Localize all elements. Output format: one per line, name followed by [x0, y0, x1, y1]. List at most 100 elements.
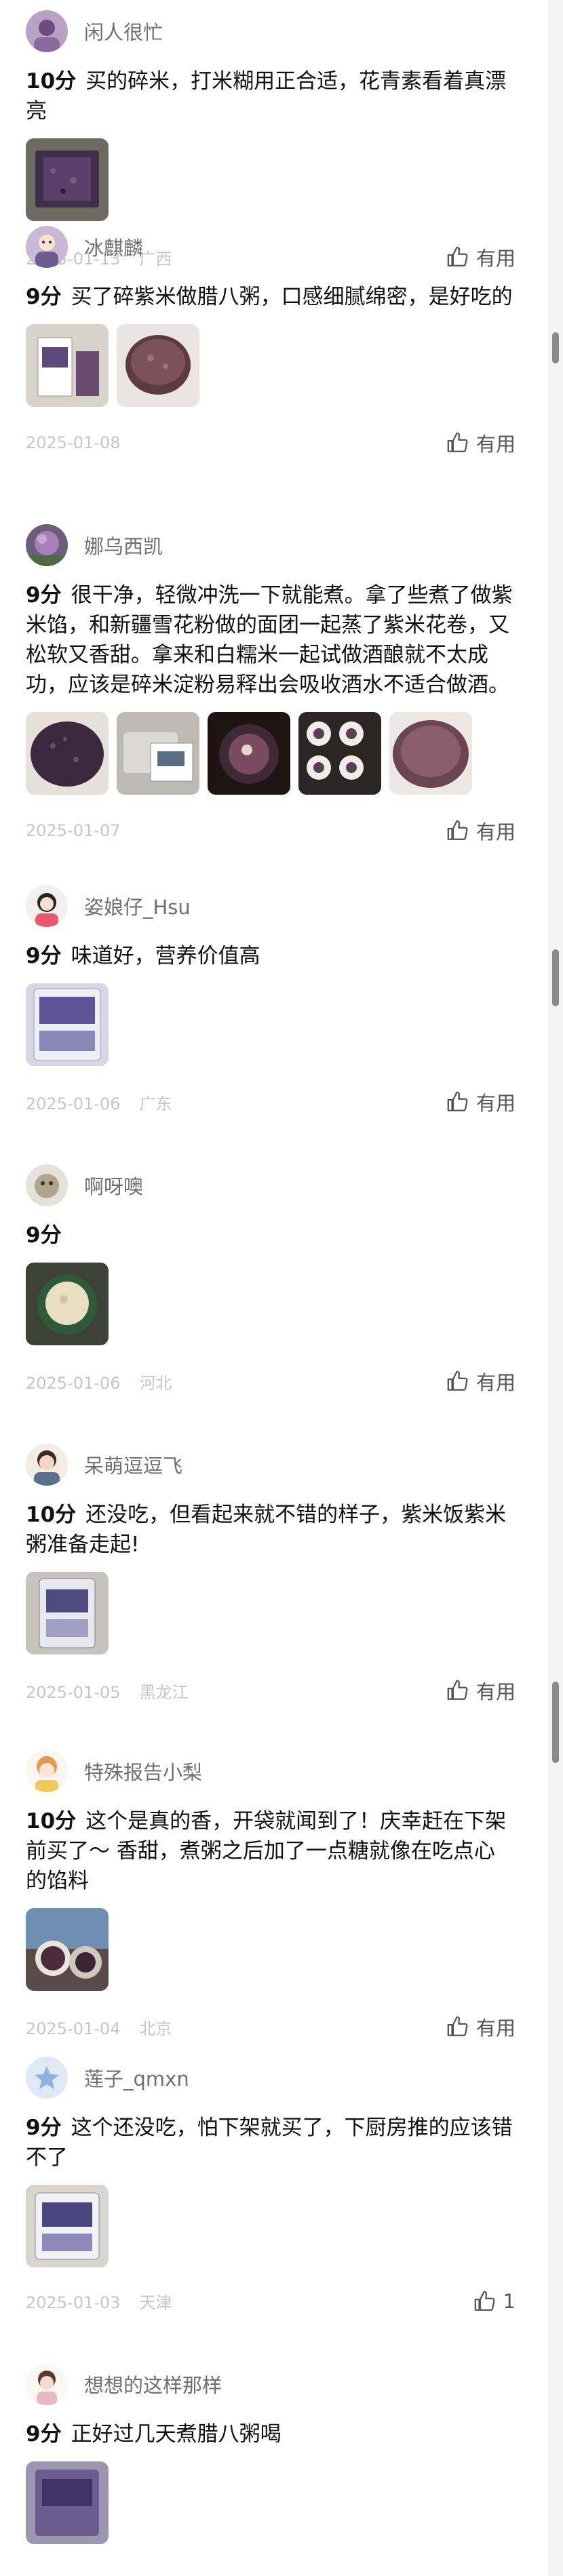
- review-content: 很干净，轻微冲洗一下就能煮。拿了些煮了做紫米馅，和新疆雪花粉做的面团一起蒸了紫米…: [26, 583, 513, 697]
- username[interactable]: 娜乌西凯: [84, 531, 163, 559]
- review-photo[interactable]: [117, 712, 199, 795]
- review-photo[interactable]: [26, 1572, 109, 1654]
- useful-count: 1: [503, 2289, 516, 2313]
- review-photo[interactable]: [26, 1908, 109, 1991]
- review-item: 姿娘仔_Hsu 9分 味道好，营养价值高 2025-01-06 广东 有用: [0, 875, 543, 1154]
- review-photo[interactable]: [26, 712, 109, 795]
- useful-button[interactable]: 有用: [446, 429, 516, 457]
- review-text: 10分 买的碎米，打米糊用正合适，花青素看着真漂亮: [26, 66, 516, 126]
- review-content: 正好过几天煮腊八粥喝: [71, 2422, 282, 2446]
- avatar[interactable]: [26, 1444, 68, 1486]
- useful-button[interactable]: 有用: [446, 1676, 516, 1705]
- review-text: 9分 正好过几天煮腊八粥喝: [26, 2419, 516, 2449]
- score: 9分: [26, 1223, 62, 1248]
- avatar[interactable]: [26, 10, 68, 52]
- username[interactable]: 特殊报告小梨: [84, 1757, 202, 1785]
- review-item: 呆萌逗逗飞 10分 还没吃，但看起来就不错的样子，紫米饭紫米粥准备走起! 2025…: [0, 1433, 543, 1740]
- review-photo[interactable]: [26, 2185, 109, 2267]
- review-content: 这个还没吃，怕下架就买了，下厨房推的应该错不了: [26, 2116, 513, 2170]
- review-meta: 2025-01-05 黑龙江 有用: [26, 1676, 516, 1705]
- review-item: 冰麒麟 9分 买了碎紫米做腊八粥，口感细腻绵密，是好吃的 2025-01-08 有…: [0, 216, 543, 514]
- review-photo[interactable]: [26, 983, 109, 1066]
- useful-label: 有用: [475, 1680, 516, 1703]
- scroll-mark: [552, 949, 559, 1006]
- username[interactable]: 呆萌逗逗飞: [84, 1450, 182, 1479]
- review-content: 味道好，营养价值高: [71, 944, 260, 968]
- review-text: 9分: [26, 1221, 516, 1250]
- useful-button[interactable]: 有用: [446, 816, 516, 845]
- review-text: 9分 买了碎紫米做腊八粥，口感细腻绵密，是好吃的: [26, 282, 516, 312]
- useful-button[interactable]: 1: [473, 2290, 516, 2313]
- useful-button[interactable]: 有用: [446, 1367, 516, 1395]
- review-location: 广东: [139, 1094, 172, 1113]
- review-images: [26, 2185, 516, 2267]
- score: 10分: [26, 1503, 77, 1527]
- scrollbar[interactable]: [548, 0, 563, 2576]
- review-text: 10分 这个是真的香，开袋就闻到了！庆幸赶在下架前买了～ 香甜，煮粥之后加了一点糖…: [26, 1806, 516, 1896]
- review-photo[interactable]: [26, 2461, 109, 2544]
- score: 9分: [26, 285, 62, 309]
- review-photo[interactable]: [26, 1263, 109, 1345]
- review-content: 买了碎紫米做腊八粥，口感细腻绵密，是好吃的: [71, 285, 513, 309]
- review-photo[interactable]: [26, 324, 109, 407]
- review-photo[interactable]: [298, 712, 381, 795]
- avatar[interactable]: [26, 885, 68, 927]
- avatar[interactable]: [26, 1164, 68, 1206]
- username[interactable]: 姿娘仔_Hsu: [84, 892, 191, 920]
- review-date: 2025-01-07: [26, 821, 121, 840]
- review-item: 特殊报告小梨 10分 这个是真的香，开袋就闻到了！庆幸赶在下架前买了～ 香甜，煮粥…: [0, 1740, 543, 2046]
- avatar[interactable]: [26, 524, 68, 566]
- username[interactable]: 莲子_qmxn: [84, 2063, 189, 2092]
- avatar[interactable]: [26, 2363, 68, 2405]
- useful-label: 有用: [475, 1371, 516, 1394]
- review-photo[interactable]: [389, 712, 472, 795]
- avatar[interactable]: [26, 2057, 68, 2099]
- review-meta: 2025-01-06 广东 有用: [26, 1088, 516, 1116]
- review-location: 黑龙江: [139, 1682, 189, 1702]
- review-date: 2025-01-03: [26, 2293, 121, 2312]
- review-images: [26, 2461, 516, 2544]
- review-item: 娜乌西凯 9分 很干净，轻微冲洗一下就能煮。拿了些煮了做紫米馅，和新疆雪花粉做的面…: [0, 514, 543, 875]
- review-images: [26, 138, 516, 221]
- review-item: 啊呀噢 9分 2025-01-06 河北 有用: [0, 1154, 543, 1433]
- review-photo[interactable]: [26, 138, 109, 221]
- scroll-mark: [552, 332, 559, 363]
- review-location: 河北: [139, 1373, 172, 1393]
- review-photo[interactable]: [208, 712, 290, 795]
- useful-button[interactable]: 有用: [446, 1088, 516, 1116]
- thumbs-up-icon: [447, 1680, 468, 1700]
- username[interactable]: 想想的这样那样: [84, 2370, 222, 2398]
- thumbs-up-icon: [447, 1370, 468, 1391]
- review-location: 北京: [139, 2019, 172, 2038]
- review-meta: 2025-01-04 北京 有用: [26, 2013, 516, 2041]
- review-meta: 2025-01-03 天津 1: [26, 2289, 516, 2313]
- review-date: 2025-01-08: [26, 433, 121, 452]
- review-item: 莲子_qmxn 9分 这个还没吃，怕下架就买了，下厨房推的应该错不了 2025-0…: [0, 2046, 543, 2353]
- avatar[interactable]: [26, 226, 68, 268]
- review-date: 2025-01-06: [26, 1373, 121, 1393]
- review-date: 2025-01-05: [26, 1682, 121, 1702]
- username[interactable]: 闲人很忙: [84, 17, 163, 45]
- review-meta: 2025-01-08 有用: [26, 429, 516, 457]
- review-content: 这个是真的香，开袋就闻到了！庆幸赶在下架前买了～ 香甜，煮粥之后加了一点糖就像在…: [26, 1809, 507, 1893]
- useful-label: 有用: [475, 2017, 516, 2040]
- review-date: 2025-01-06: [26, 1094, 121, 1113]
- avatar[interactable]: [26, 1750, 68, 1792]
- username[interactable]: 啊呀噢: [84, 1171, 143, 1200]
- review-photo[interactable]: [117, 324, 199, 407]
- useful-button[interactable]: 有用: [446, 2013, 516, 2041]
- review-images: [26, 324, 516, 407]
- review-item: 闲人很忙 10分 买的碎米，打米糊用正合适，花青素看着真漂亮 2025-01-13…: [0, 0, 543, 270]
- useful-label: 有用: [475, 1092, 516, 1115]
- score: 9分: [26, 583, 62, 608]
- username[interactable]: 冰麒麟: [84, 233, 143, 261]
- review-text: 9分 这个还没吃，怕下架就买了，下厨房推的应该错不了: [26, 2113, 516, 2173]
- review-text: 9分 味道好，营养价值高: [26, 941, 516, 971]
- scroll-mark: [552, 1682, 559, 1763]
- review-images: [26, 712, 516, 795]
- review-list: 闲人很忙 10分 买的碎米，打米糊用正合适，花青素看着真漂亮 2025-01-13…: [0, 0, 543, 2556]
- review-text: 9分 很干净，轻微冲洗一下就能煮。拿了些煮了做紫米馅，和新疆雪花粉做的面团一起蒸了…: [26, 580, 516, 700]
- score: 9分: [26, 2422, 62, 2446]
- useful-label: 有用: [475, 433, 516, 456]
- thumbs-up-icon: [447, 2016, 468, 2036]
